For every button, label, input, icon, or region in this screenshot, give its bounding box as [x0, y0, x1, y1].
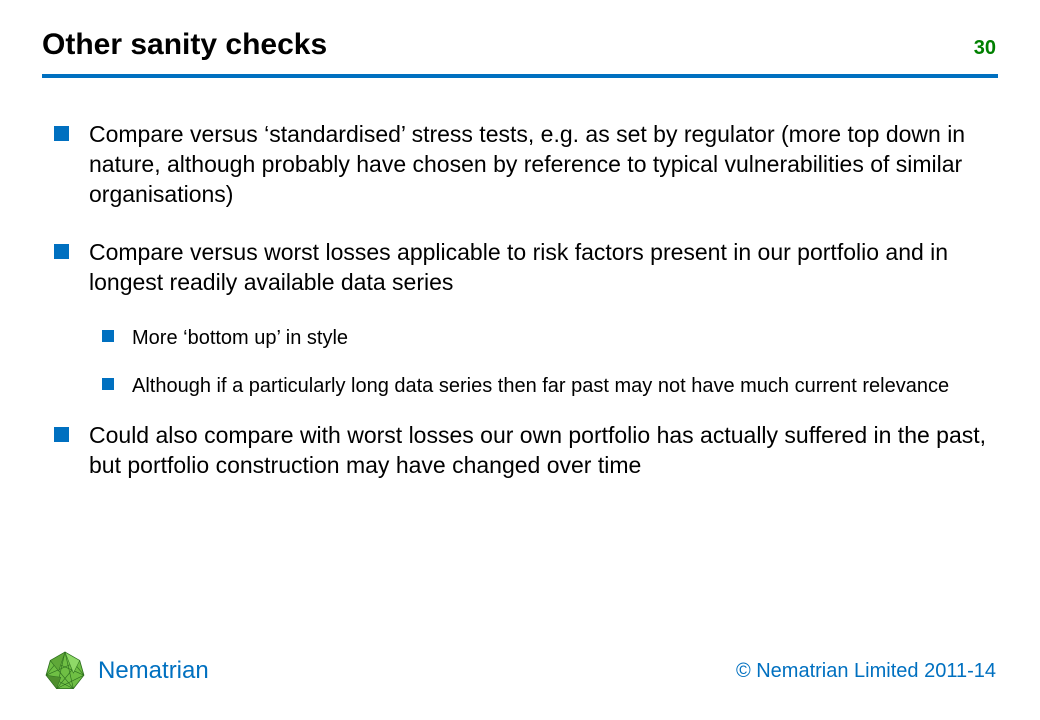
slide: Other sanity checks 30 Compare versus ‘s… — [0, 0, 1040, 720]
square-bullet-icon — [102, 330, 114, 342]
brand-name: Nematrian — [98, 657, 209, 685]
square-bullet-icon — [54, 126, 69, 141]
bullet-level1: Compare versus ‘standardised’ stress tes… — [54, 120, 998, 210]
bullet-level1: Compare versus worst losses applicable t… — [54, 238, 998, 298]
square-bullet-icon — [54, 244, 69, 259]
slide-header: Other sanity checks 30 — [42, 28, 998, 78]
square-bullet-icon — [54, 427, 69, 442]
bullet-text: More ‘bottom up’ in style — [132, 325, 348, 351]
square-bullet-icon — [102, 378, 114, 390]
bullet-text: Compare versus worst losses applicable t… — [89, 238, 998, 298]
slide-title: Other sanity checks — [42, 28, 327, 62]
copyright-text: © Nematrian Limited 2011-14 — [736, 660, 996, 683]
bullet-text: Although if a particularly long data ser… — [132, 373, 949, 399]
bullet-text: Compare versus ‘standardised’ stress tes… — [89, 120, 998, 210]
slide-body: Compare versus ‘standardised’ stress tes… — [54, 120, 998, 509]
footer-left: Nematrian — [44, 650, 209, 692]
slide-number: 30 — [974, 37, 998, 62]
bullet-level2: Although if a particularly long data ser… — [102, 373, 998, 399]
nematrian-logo-icon — [44, 650, 86, 692]
bullet-level1: Could also compare with worst losses our… — [54, 421, 998, 481]
bullet-level2: More ‘bottom up’ in style — [102, 325, 998, 351]
bullet-text: Could also compare with worst losses our… — [89, 421, 998, 481]
slide-footer: Nematrian © Nematrian Limited 2011-14 — [44, 650, 996, 692]
